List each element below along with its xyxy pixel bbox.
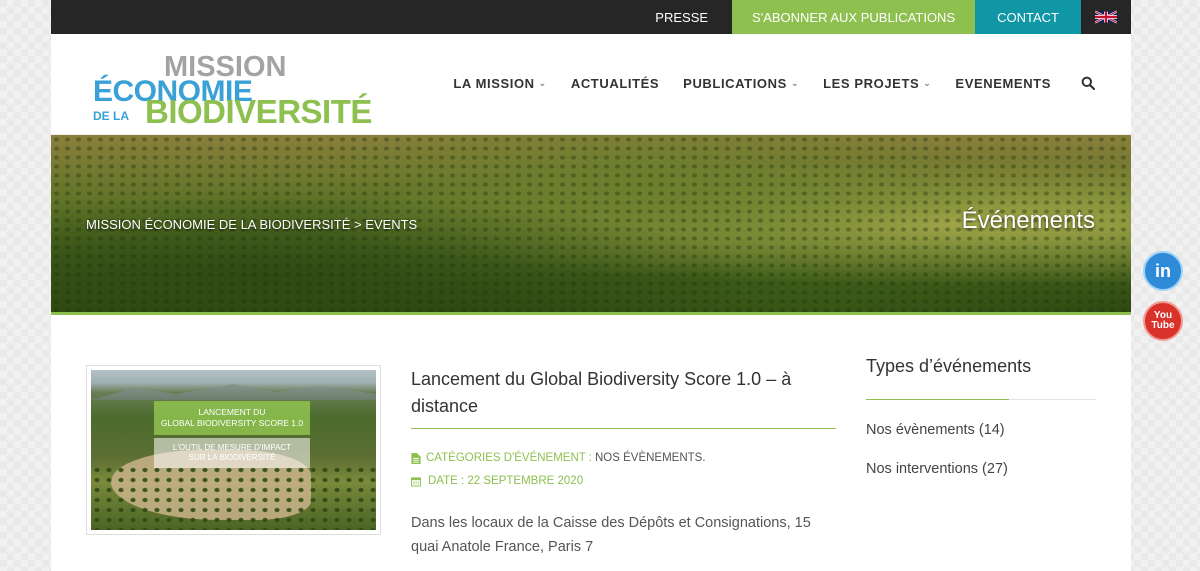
contact-link[interactable]: CONTACT bbox=[975, 0, 1081, 34]
linkedin-text: in bbox=[1155, 260, 1171, 281]
nav-item-actualites[interactable]: ACTUALITÉS bbox=[571, 76, 659, 91]
sidebar-item-nos-evenements[interactable]: Nos évènements (14) bbox=[866, 422, 1005, 438]
thumb-line: GLOBAL BIODIVERSITY SCORE 1.0 bbox=[160, 418, 304, 428]
thumb-line: LANCEMENT DU bbox=[198, 407, 266, 417]
youtube-line-2: Tube bbox=[1151, 320, 1175, 331]
logo-line-biodiversite: BIODIVERSITÉ bbox=[145, 93, 372, 130]
nav-item-evenements[interactable]: EVENEMENTS bbox=[955, 76, 1051, 91]
press-link[interactable]: PRESSE bbox=[631, 0, 732, 34]
date-label: DATE : 22 SEPTEMBRE 2020 bbox=[428, 475, 584, 487]
sidebar-title: Types d’événements bbox=[866, 356, 1032, 376]
page-banner: MISSION ÉCONOMIE DE LA BIODIVERSITÉ > EV… bbox=[51, 135, 1131, 315]
image-plantation bbox=[91, 465, 376, 530]
thumb-subtitle-box: L'OUTIL DE MESURE D'IMPACT SUR LA BIODIV… bbox=[154, 438, 310, 468]
sidebar-divider-accent bbox=[866, 399, 1009, 400]
event-thumbnail[interactable]: LANCEMENT DU GLOBAL BIODIVERSITY SCORE 1… bbox=[86, 365, 381, 535]
image-mountains bbox=[91, 384, 376, 400]
subscribe-link[interactable]: S'ABONNER AUX PUBLICATIONS bbox=[732, 0, 976, 34]
event-title-link[interactable]: Lancement du Global Biodiversity Score 1… bbox=[411, 366, 841, 420]
calendar-icon bbox=[411, 476, 421, 486]
nav-item-la-mission[interactable]: LA MISSION ⌄ bbox=[453, 76, 547, 91]
event-description: Dans les locaux de la Caisse des Dépôts … bbox=[411, 515, 811, 555]
event-image: LANCEMENT DU GLOBAL BIODIVERSITY SCORE 1… bbox=[91, 370, 376, 530]
breadcrumb[interactable]: MISSION ÉCONOMIE DE LA BIODIVERSITÉ > EV… bbox=[86, 217, 417, 232]
page-title: Événements bbox=[961, 207, 1095, 234]
thumb-title-box: LANCEMENT DU GLOBAL BIODIVERSITY SCORE 1… bbox=[154, 401, 310, 435]
search-icon[interactable] bbox=[1081, 76, 1097, 92]
event-date: DATE : 22 SEPTEMBRE 2020 bbox=[411, 475, 583, 487]
sidebar-divider bbox=[866, 399, 1096, 400]
event-divider bbox=[411, 428, 836, 429]
nav-item-label: LES PROJETS bbox=[823, 76, 920, 91]
site-logo[interactable]: MISSION ÉCONOMIE DE LA BIODIVERSITÉ bbox=[91, 49, 372, 130]
logo-line-de-la: DE LA bbox=[93, 109, 129, 123]
nav-item-label: LA MISSION bbox=[453, 76, 535, 91]
banner-divider bbox=[51, 312, 1131, 315]
nav-item-label: ACTUALITÉS bbox=[570, 76, 660, 91]
header: MISSION ÉCONOMIE DE LA BIODIVERSITÉ LA M… bbox=[51, 34, 1131, 135]
uk-flag-icon[interactable] bbox=[1081, 0, 1131, 34]
nav-item-les-projets[interactable]: LES PROJETS ⌄ bbox=[823, 76, 931, 91]
thumb-line: SUR LA BIODIVERSITÉ bbox=[188, 453, 276, 462]
event-category: CATÉGORIES D'ÉVÉNEMENT : NOS ÉVÈNEMENTS. bbox=[411, 452, 706, 464]
top-bar: PRESSE S'ABONNER AUX PUBLICATIONS CONTAC… bbox=[51, 0, 1131, 34]
chevron-down-icon: ⌄ bbox=[538, 78, 547, 88]
nav-item-publications[interactable]: PUBLICATIONS ⌄ bbox=[683, 76, 799, 91]
page: PRESSE S'ABONNER AUX PUBLICATIONS CONTAC… bbox=[51, 0, 1131, 571]
sidebar-item-nos-interventions[interactable]: Nos interventions (27) bbox=[866, 461, 1008, 477]
youtube-text: You Tube bbox=[1151, 311, 1174, 331]
category-value-link[interactable]: NOS ÉVÈNEMENTS. bbox=[595, 452, 706, 464]
main-nav: LA MISSION ⌄ ACTUALITÉS PUBLICATIONS ⌄ L… bbox=[429, 76, 1051, 91]
nav-item-label: EVENEMENTS bbox=[955, 76, 1051, 91]
chevron-down-icon: ⌄ bbox=[923, 78, 932, 88]
thumb-line: L'OUTIL DE MESURE D'IMPACT bbox=[172, 443, 292, 452]
document-icon bbox=[411, 452, 421, 464]
linkedin-icon[interactable]: in bbox=[1143, 251, 1183, 291]
nav-item-label: PUBLICATIONS bbox=[683, 76, 787, 91]
youtube-icon[interactable]: You Tube bbox=[1143, 301, 1183, 341]
chevron-down-icon: ⌄ bbox=[790, 78, 800, 88]
category-label: CATÉGORIES D'ÉVÉNEMENT : bbox=[426, 452, 592, 464]
